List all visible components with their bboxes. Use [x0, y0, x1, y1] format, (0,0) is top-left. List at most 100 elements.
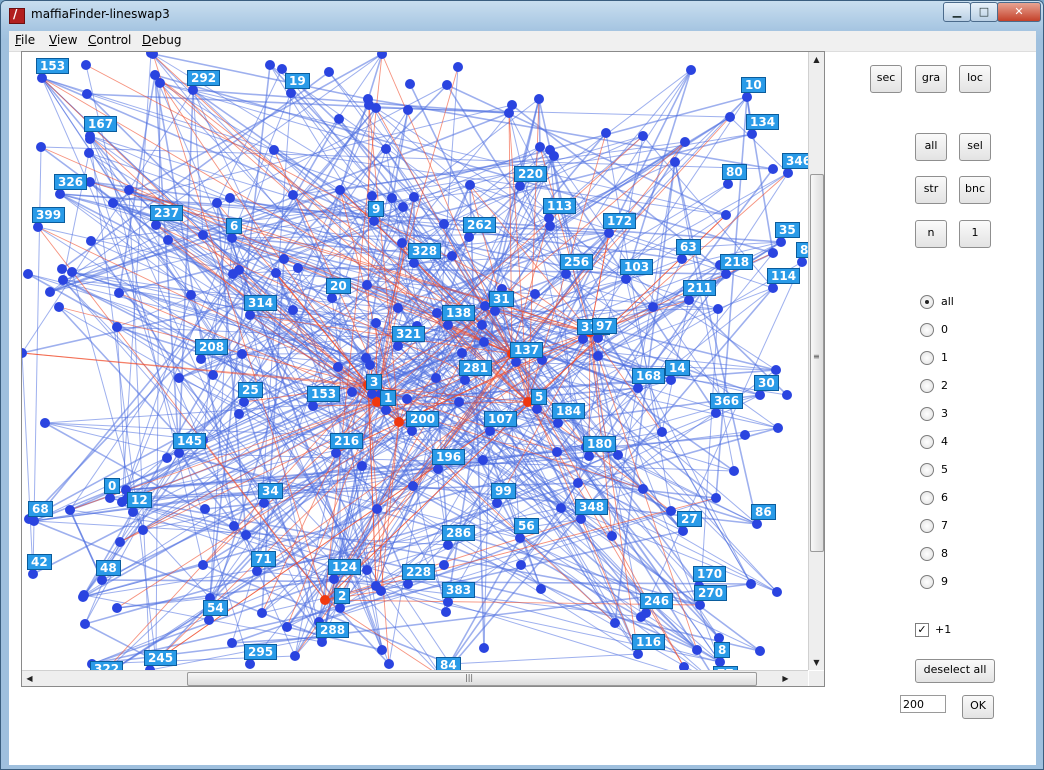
node-label[interactable]: 346: [782, 153, 808, 169]
close-button[interactable]: ✕: [997, 2, 1041, 22]
node-label[interactable]: 321: [392, 326, 426, 342]
node-label[interactable]: 5: [531, 389, 548, 405]
node-label[interactable]: 113: [543, 198, 577, 214]
step-n-button[interactable]: n: [915, 220, 947, 248]
node-label[interactable]: 366: [710, 393, 744, 409]
filter-radio-9[interactable]: [920, 575, 934, 589]
node-label[interactable]: 153: [36, 58, 70, 74]
node-label[interactable]: 68: [28, 501, 53, 517]
node-label[interactable]: 134: [746, 114, 780, 130]
node-label[interactable]: 314: [244, 295, 278, 311]
node-label[interactable]: 86: [751, 504, 776, 520]
node-label[interactable]: 208: [195, 339, 229, 355]
node-label[interactable]: 348: [575, 499, 609, 515]
node-label[interactable]: 211: [683, 280, 717, 296]
select-sel-button[interactable]: sel: [959, 133, 991, 161]
node-label[interactable]: 228: [402, 564, 436, 580]
node-label[interactable]: 153: [307, 386, 341, 402]
node-label[interactable]: 25: [238, 382, 263, 398]
title-bar[interactable]: maffiaFinder-lineswap3 ▁ □ ✕: [1, 1, 1043, 29]
filter-radio-7[interactable]: [920, 519, 934, 533]
node-label[interactable]: 20: [326, 278, 351, 294]
graph-canvas[interactable]: 1532921910167134346326220803992379113172…: [22, 52, 808, 670]
node-label[interactable]: 8: [714, 642, 731, 658]
vertical-scrollbar[interactable]: ▲ ≡ ▼: [808, 52, 824, 670]
node-label[interactable]: 292: [187, 70, 221, 86]
node-label[interactable]: 1: [380, 390, 397, 406]
node-label[interactable]: 42: [27, 554, 52, 570]
node-label[interactable]: 262: [463, 217, 497, 233]
node-label[interactable]: 200: [406, 411, 440, 427]
step-1-button[interactable]: 1: [959, 220, 991, 248]
node-label[interactable]: 270: [694, 585, 728, 601]
node-label[interactable]: 326: [54, 174, 88, 190]
node-label[interactable]: 3: [366, 374, 383, 390]
node-label[interactable]: 281: [459, 360, 493, 376]
node-label[interactable]: 138: [442, 305, 476, 321]
vertical-scroll-thumb[interactable]: [810, 174, 824, 552]
node-label[interactable]: 99: [491, 483, 516, 499]
node-label[interactable]: 220: [514, 166, 548, 182]
node-label[interactable]: 295: [244, 644, 278, 660]
node-label[interactable]: 2: [334, 588, 351, 604]
menu-file[interactable]: File: [15, 33, 35, 47]
node-label[interactable]: 116: [632, 634, 666, 650]
horizontal-scrollbar[interactable]: ◀ ||| ▶: [22, 670, 808, 686]
count-input[interactable]: [900, 695, 946, 713]
node-label[interactable]: 328: [408, 243, 442, 259]
node-label[interactable]: 399: [32, 207, 66, 223]
scroll-up-arrow[interactable]: ▲: [809, 52, 824, 67]
node-label[interactable]: 184: [552, 403, 586, 419]
minimize-button[interactable]: ▁: [943, 2, 971, 22]
filter-radio-5[interactable]: [920, 463, 934, 477]
plus-one-checkbox[interactable]: ✓: [915, 623, 929, 637]
sec-button[interactable]: sec: [870, 65, 902, 93]
node-label[interactable]: 288: [316, 622, 350, 638]
gra-button[interactable]: gra: [915, 65, 947, 93]
node-label[interactable]: 256: [560, 254, 594, 270]
node-label[interactable]: 237: [150, 205, 184, 221]
ok-button[interactable]: OK: [962, 695, 994, 719]
node-label[interactable]: 180: [583, 436, 617, 452]
node-label[interactable]: 48: [96, 560, 121, 576]
node-label[interactable]: 80: [722, 164, 747, 180]
node-label[interactable]: 87: [796, 242, 808, 258]
node-label[interactable]: 103: [620, 259, 654, 275]
filter-radio-all[interactable]: [920, 295, 934, 309]
maximize-button[interactable]: □: [970, 2, 998, 22]
node-label[interactable]: 97: [592, 318, 617, 334]
node-label[interactable]: 35: [775, 222, 800, 238]
node-label[interactable]: 245: [144, 650, 178, 666]
filter-radio-4[interactable]: [920, 435, 934, 449]
node-label[interactable]: 27: [677, 511, 702, 527]
node-label[interactable]: 56: [514, 518, 539, 534]
node-label[interactable]: 172: [603, 213, 637, 229]
node-label[interactable]: 34: [258, 483, 283, 499]
node-label[interactable]: 19: [285, 73, 310, 89]
layout-str-button[interactable]: str: [915, 176, 947, 204]
node-label[interactable]: 71: [251, 551, 276, 567]
node-label[interactable]: 12: [127, 492, 152, 508]
menu-debug[interactable]: Debug: [142, 33, 181, 47]
filter-radio-1[interactable]: [920, 351, 934, 365]
scroll-down-arrow[interactable]: ▼: [809, 655, 824, 670]
node-label[interactable]: 30: [754, 375, 779, 391]
node-label[interactable]: 107: [484, 411, 518, 427]
select-all-button[interactable]: all: [915, 133, 947, 161]
node-label[interactable]: 14: [665, 360, 690, 376]
filter-radio-0[interactable]: [920, 323, 934, 337]
node-label[interactable]: 124: [328, 559, 362, 575]
node-label[interactable]: 6: [226, 218, 243, 234]
node-label[interactable]: 167: [84, 116, 118, 132]
node-label[interactable]: 216: [330, 433, 364, 449]
graph-scroll-pane[interactable]: 1532921910167134346326220803992379113172…: [21, 51, 825, 687]
node-label[interactable]: 286: [442, 525, 476, 541]
node-label[interactable]: 218: [720, 254, 754, 270]
node-label[interactable]: 114: [767, 268, 801, 284]
menu-view[interactable]: View: [49, 33, 77, 47]
node-label[interactable]: 10: [741, 77, 766, 93]
node-label[interactable]: 145: [173, 433, 207, 449]
scroll-left-arrow[interactable]: ◀: [22, 671, 37, 686]
node-label[interactable]: 63: [676, 239, 701, 255]
loc-button[interactable]: loc: [959, 65, 991, 93]
